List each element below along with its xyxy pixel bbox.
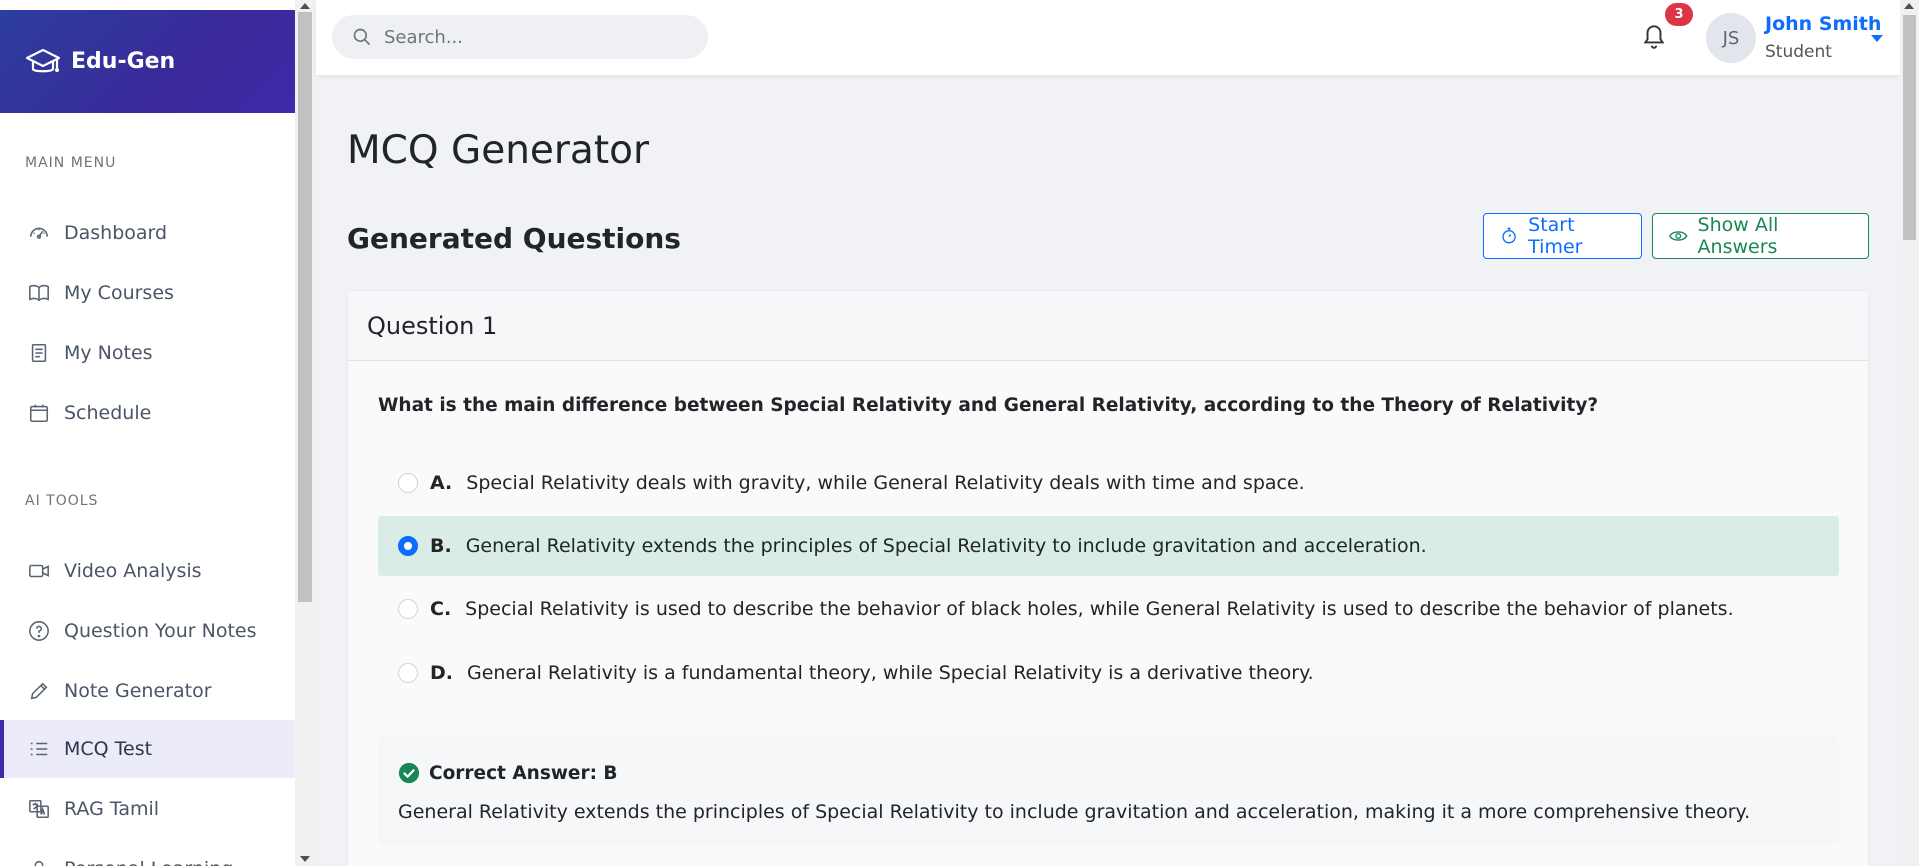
check-circle-icon (398, 762, 420, 784)
avatar[interactable]: JS (1706, 13, 1756, 63)
question-header: Question 1 (348, 291, 1868, 361)
option-d-radio[interactable] (398, 663, 418, 683)
sidebar-item-label: RAG Tamil (64, 798, 160, 820)
sidebar: Edu-Gen MAIN MENU Dashboard My Courses M… (0, 0, 295, 866)
correct-answer-label: Correct Answer: B (429, 762, 618, 784)
main-scrollbar[interactable] (1900, 0, 1919, 866)
sidebar-item-label: Schedule (64, 402, 152, 424)
option-d[interactable]: D. General Relativity is a fundamental t… (378, 643, 1839, 703)
question-card: Question 1 What is the main difference b… (347, 290, 1869, 866)
option-letter: B. (430, 535, 452, 557)
option-c-radio[interactable] (398, 599, 418, 619)
video-icon (27, 559, 51, 583)
sidebar-item-label: My Courses (64, 282, 174, 304)
scroll-up-arrow-icon[interactable] (1904, 3, 1914, 9)
option-a[interactable]: A. Special Relativity deals with gravity… (378, 453, 1839, 513)
person-icon (27, 857, 51, 866)
section-title-ai-tools: AI TOOLS (25, 493, 99, 509)
brand-logo[interactable]: Edu-Gen (0, 10, 295, 113)
search-box[interactable] (332, 15, 708, 59)
page-title: MCQ Generator (347, 128, 650, 173)
top-bar: 3 JS John Smith Student (316, 0, 1900, 75)
translate-icon (27, 797, 51, 821)
start-timer-label: Start Timer (1528, 214, 1583, 258)
sidebar-item-note-generator[interactable]: Note Generator (0, 662, 295, 720)
sidebar-item-my-notes[interactable]: My Notes (0, 324, 295, 382)
sidebar-item-my-courses[interactable]: My Courses (0, 264, 295, 322)
sidebar-item-label: Note Generator (64, 680, 212, 702)
question-circle-icon (27, 619, 51, 643)
pencil-icon (27, 679, 51, 703)
option-text: Special Relativity is used to describe t… (465, 598, 1734, 620)
brand-name: Edu-Gen (71, 49, 176, 74)
sidebar-item-personal-learning[interactable]: Personal Learning (0, 840, 295, 866)
option-letter: C. (430, 598, 452, 620)
sidebar-item-label: MCQ Test (64, 738, 153, 760)
show-all-answers-button[interactable]: Show All Answers (1652, 213, 1869, 259)
option-text: General Relativity is a fundamental theo… (467, 662, 1314, 684)
calendar-icon (27, 401, 51, 425)
sidebar-scrollbar[interactable] (295, 0, 315, 866)
option-letter: A. (430, 472, 453, 494)
bell-icon (1643, 25, 1665, 49)
list-icon (27, 737, 51, 761)
graduation-cap-icon (25, 48, 61, 72)
option-text: General Relativity extends the principle… (465, 535, 1427, 557)
eye-icon (1669, 231, 1688, 241)
sidebar-item-question-your-notes[interactable]: Question Your Notes (0, 602, 295, 660)
book-icon (27, 281, 51, 305)
sidebar-item-video-analysis[interactable]: Video Analysis (0, 542, 295, 600)
correct-answer: Correct Answer: B (398, 762, 618, 784)
option-b-radio[interactable] (398, 536, 418, 556)
sidebar-item-label: My Notes (64, 342, 153, 364)
chevron-down-icon[interactable] (1871, 35, 1883, 42)
sidebar-item-label: Dashboard (64, 222, 168, 244)
question-text: What is the main difference between Spec… (378, 395, 1599, 416)
option-text: Special Relativity deals with gravity, w… (466, 472, 1305, 494)
option-b[interactable]: B. General Relativity extends the princi… (378, 516, 1839, 576)
sidebar-item-label: Personal Learning (64, 858, 233, 866)
option-c[interactable]: C. Special Relativity is used to describ… (378, 579, 1839, 639)
notes-icon (27, 341, 51, 365)
sidebar-item-dashboard[interactable]: Dashboard (0, 204, 295, 262)
sidebar-item-label: Question Your Notes (64, 620, 257, 642)
user-name[interactable]: John Smith (1765, 13, 1881, 35)
option-letter: D. (430, 662, 453, 684)
section-title-main-menu: MAIN MENU (25, 155, 117, 171)
stopwatch-icon (1502, 227, 1516, 244)
notifications-button[interactable] (1641, 22, 1671, 52)
sidebar-item-label: Video Analysis (64, 560, 202, 582)
answer-explanation: General Relativity extends the principle… (398, 801, 1751, 823)
option-a-radio[interactable] (398, 473, 418, 493)
answer-box: Correct Answer: B General Relativity ext… (378, 736, 1839, 846)
show-all-answers-label: Show All Answers (1697, 214, 1779, 258)
sidebar-item-rag-tamil[interactable]: RAG Tamil (0, 780, 295, 838)
sidebar-item-mcq-test[interactable]: MCQ Test (0, 720, 295, 778)
scroll-up-arrow-icon[interactable] (300, 3, 310, 9)
section-heading: Generated Questions (347, 222, 681, 255)
search-icon (353, 28, 371, 46)
main-scrollbar-thumb[interactable] (1903, 15, 1916, 240)
start-timer-button[interactable]: Start Timer (1483, 213, 1642, 259)
notification-count-badge: 3 (1665, 3, 1693, 26)
sidebar-item-schedule[interactable]: Schedule (0, 384, 295, 442)
sidebar-scrollbar-thumb[interactable] (298, 12, 312, 602)
gauge-icon (27, 221, 51, 245)
user-role: Student (1765, 42, 1832, 62)
search-input[interactable] (384, 26, 684, 48)
scroll-down-arrow-icon[interactable] (300, 856, 310, 862)
